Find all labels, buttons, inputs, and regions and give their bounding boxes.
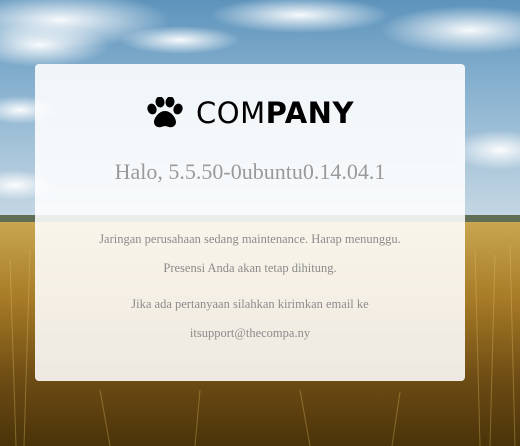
- contact-message: Jika ada pertanyaan silahkan kirimkan em…: [131, 297, 369, 311]
- attendance-message: Presensi Anda akan tetap dihitung.: [163, 261, 337, 275]
- company-name-light: COM: [196, 95, 266, 130]
- paw-icon: [146, 96, 184, 129]
- maintenance-message: Jaringan perusahaan sedang maintenance. …: [99, 232, 401, 246]
- support-email: itsupport@thecompa.ny: [189, 326, 311, 340]
- company-name-bold: PANY: [265, 95, 354, 130]
- maintenance-card: COMPANY Halo, 5.5.50-0ubuntu0.14.04.1 Ja…: [35, 64, 465, 381]
- greeting-heading: Halo, 5.5.50-0ubuntu0.14.04.1: [114, 159, 386, 184]
- company-logo: COMPANY: [35, 94, 465, 132]
- company-name: COMPANY: [196, 95, 354, 130]
